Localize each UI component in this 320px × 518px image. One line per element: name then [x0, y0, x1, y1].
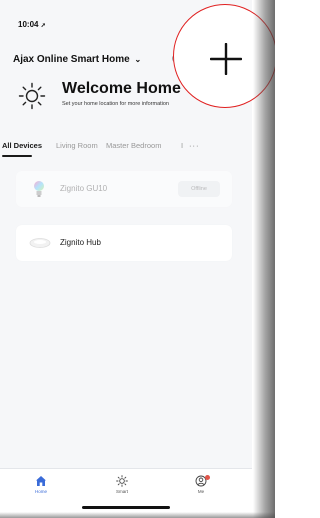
- tab-master-bedroom[interactable]: Master Bedroom: [106, 141, 161, 150]
- tabbar-smart[interactable]: Smart: [102, 475, 142, 494]
- status-bar: 10:04 ➚: [18, 20, 46, 29]
- device-card-zignito-hub[interactable]: Zignito Hub: [16, 225, 232, 261]
- location-arrow-icon: ➚: [40, 23, 46, 29]
- device-card-zignito-gu10[interactable]: Zignito GU10 Offline: [16, 171, 232, 207]
- device-name: Zignito Hub: [60, 238, 101, 247]
- status-time: 10:04: [18, 20, 39, 29]
- sun-icon: [116, 475, 128, 487]
- bulb-icon: [34, 181, 44, 197]
- weather-sun-icon: [18, 82, 46, 110]
- welcome-subtitle[interactable]: Set your home location for more informat…: [62, 101, 169, 107]
- tabbar-label: Smart: [115, 489, 128, 494]
- home-icon: [36, 476, 46, 486]
- status-badge: Offline: [178, 181, 220, 197]
- chevron-down-icon: ⌄: [134, 55, 142, 64]
- notification-dot: [205, 475, 210, 480]
- screenshot-frame: 10:04 ➚ Ajax Online Smart Home ⌄ Welcome…: [0, 0, 275, 518]
- tab-living-room[interactable]: Living Room: [56, 141, 98, 150]
- plus-icon: [210, 43, 242, 75]
- tab-all-devices[interactable]: All Devices: [2, 141, 42, 150]
- tabbar-home[interactable]: Home: [21, 475, 61, 494]
- device-name: Zignito GU10: [60, 184, 108, 193]
- home-name: Ajax Online Smart Home: [13, 54, 130, 65]
- hub-icon: [29, 238, 51, 248]
- tabbar-label: Home: [34, 489, 47, 494]
- room-tabs: All Devices Living Room Master Bedroom I…: [0, 141, 252, 157]
- welcome-title: Welcome Home: [62, 80, 181, 97]
- tabbar-me[interactable]: Me: [181, 475, 221, 494]
- home-indicator: [82, 506, 170, 509]
- active-tab-indicator: [2, 155, 32, 157]
- page-edge-shadow-bottom: [0, 512, 275, 518]
- home-switcher[interactable]: Ajax Online Smart Home ⌄: [13, 54, 141, 65]
- tabbar-label: Me: [197, 489, 205, 494]
- page-edge-shadow: [253, 0, 275, 518]
- more-dots-icon[interactable]: ···: [189, 141, 200, 150]
- tab-partial[interactable]: I: [181, 141, 183, 150]
